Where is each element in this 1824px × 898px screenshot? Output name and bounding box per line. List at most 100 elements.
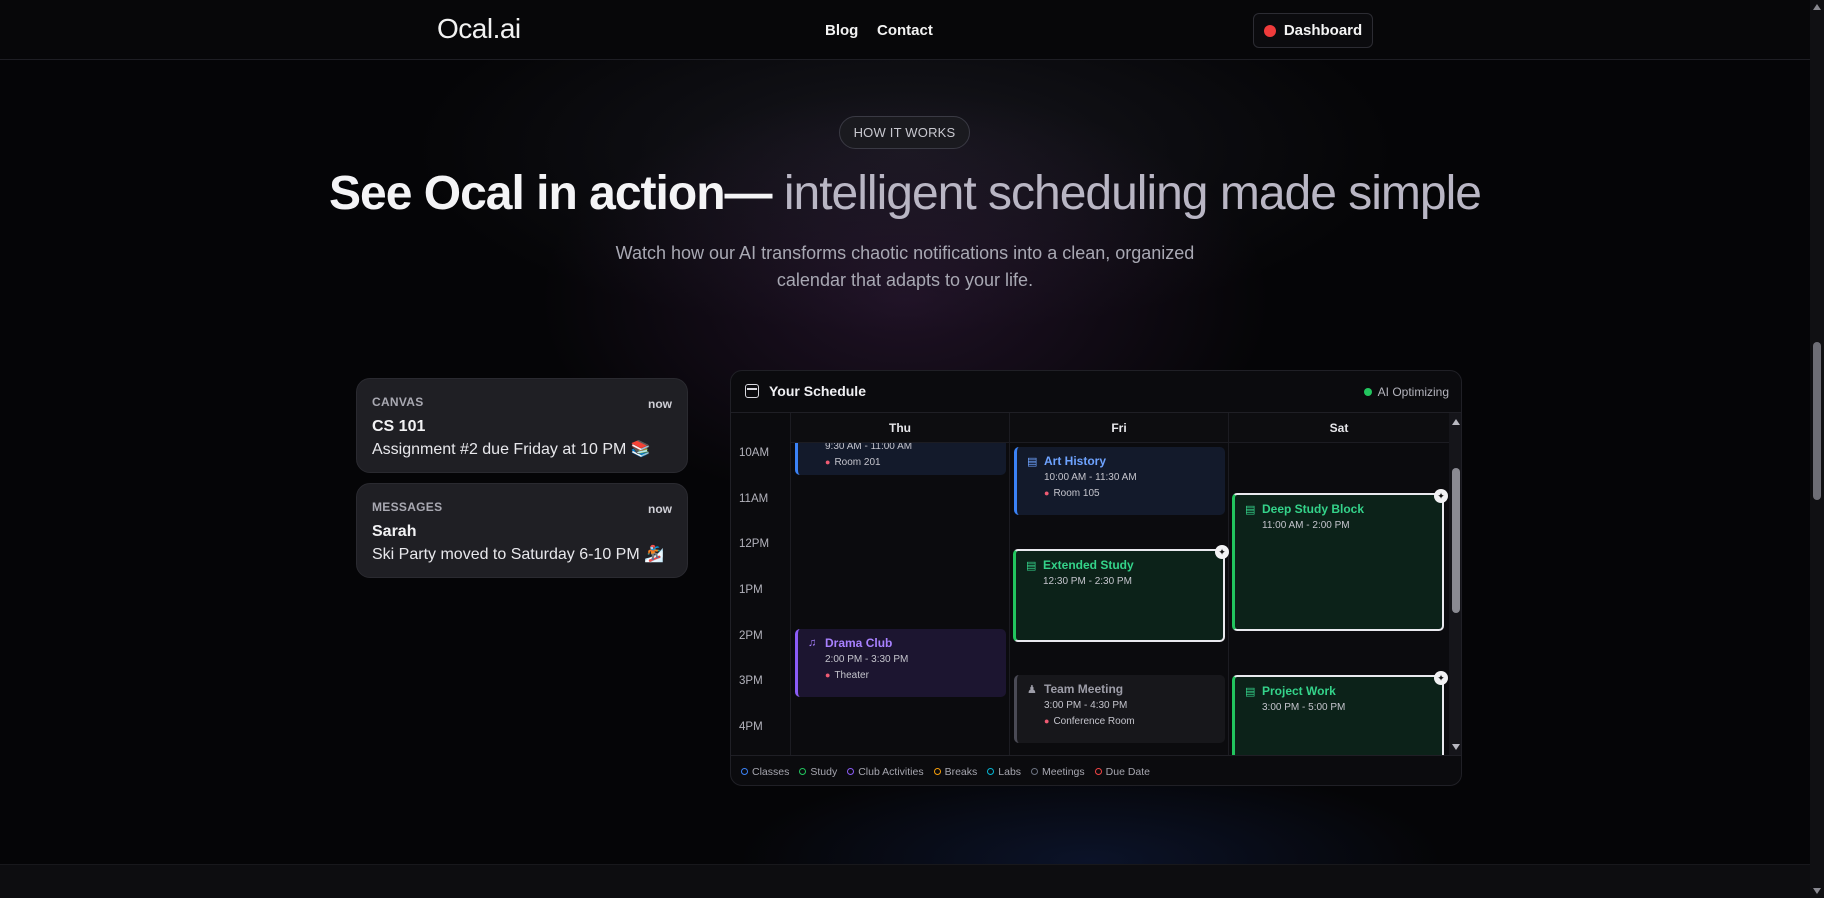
dashboard-button[interactable]: Dashboard (1253, 13, 1373, 48)
notification-body: Ski Party moved to Saturday 6-10 PM 🏂 (372, 546, 665, 563)
legend-item: Breaks (933, 766, 977, 778)
scroll-down-icon[interactable] (1813, 888, 1821, 894)
notification-app: CANVAS (372, 395, 424, 409)
legend-item: Due Date (1094, 766, 1150, 778)
status-dot-icon (1363, 388, 1372, 396)
time-label: 4PM (739, 721, 763, 733)
event-time: 3:00 PM - 4:30 PM (1044, 700, 1128, 711)
pin-icon: ● (825, 457, 831, 467)
ai-status-label: AI Optimizing (1377, 385, 1449, 399)
headline-primary: See Ocal in action— (329, 167, 784, 220)
event-time: 11:00 AM - 2:00 PM (1262, 520, 1350, 531)
event-location: ● Conference Room (1044, 716, 1135, 727)
notification-time: now (648, 397, 672, 411)
subtitle-line-2: calendar that adapts to your life. (776, 270, 1034, 290)
dashboard-button-label: Dashboard (1283, 22, 1363, 39)
scroll-thumb[interactable] (1452, 468, 1460, 613)
ai-status: AI Optimizing (1363, 385, 1449, 399)
legend-dot-icon (933, 768, 941, 775)
book-icon: ▤ (1245, 686, 1256, 698)
pin-icon: ● (1044, 488, 1050, 498)
event-title: Extended Study (1043, 558, 1134, 572)
time-label: 11AM (739, 493, 769, 505)
event-location: ● Room 105 (1044, 488, 1100, 499)
subtitle: Watch how our AI transforms chaotic noti… (0, 240, 1810, 294)
time-label: 3PM (739, 675, 763, 687)
scroll-up-icon[interactable] (1813, 4, 1821, 10)
nav-link-blog[interactable]: Blog (825, 22, 858, 39)
time-label: 10AM (739, 447, 770, 459)
schedule-scrollbar[interactable] (1449, 413, 1461, 755)
day-column-thu: Thu 9:30 AM - 11:00 AM ● Room 201 ♫ Drama… (791, 413, 1010, 755)
scroll-thumb[interactable] (1813, 342, 1821, 500)
event-project-work[interactable]: ▤ Project Work 3:00 PM - 5:00 PM ✦ (1232, 671, 1448, 755)
scroll-down-icon[interactable] (1452, 744, 1460, 750)
nav-link-contact[interactable]: Contact (877, 22, 933, 39)
pin-icon: ● (1044, 716, 1050, 726)
event-time: 12:30 PM - 2:30 PM (1043, 576, 1132, 587)
page: Ocal.ai Blog Contact Dashboard HOW IT WO… (0, 0, 1810, 898)
event-location: ● Theater (825, 670, 869, 681)
browser-scrollbar[interactable] (1810, 0, 1824, 898)
pin-icon: ● (825, 670, 831, 680)
ai-sparkle-icon: ✦ (1215, 545, 1229, 559)
event-title: Project Work (1262, 684, 1336, 698)
notification-card[interactable]: CANVAS now CS 101 Assignment #2 due Frid… (356, 378, 688, 473)
book-icon: ▤ (1026, 560, 1037, 572)
notification-card[interactable]: MESSAGES now Sarah Ski Party moved to Sa… (356, 483, 688, 578)
event-time: 2:00 PM - 3:30 PM (825, 654, 909, 665)
ai-sparkle-icon: ✦ (1434, 671, 1448, 685)
time-label: 12PM (739, 538, 770, 550)
time-column: 10AM 11AM 12PM 1PM 2PM 3PM 4PM (731, 413, 791, 755)
notification-app: MESSAGES (372, 500, 443, 514)
schedule-header: Your Schedule AI Optimizing (731, 371, 1461, 413)
event-title: Deep Study Block (1262, 502, 1365, 516)
schedule-panel: Your Schedule AI Optimizing 10AM 11AM 12… (730, 370, 1462, 786)
event-art-history[interactable]: ▤ Art History 10:00 AM - 11:30 AM ● Room … (1014, 447, 1225, 515)
schedule-title: Your Schedule (769, 383, 866, 399)
event-title: Drama Club (825, 636, 893, 650)
top-nav: Ocal.ai Blog Contact Dashboard (0, 0, 1810, 60)
event-location: ● Room 201 (825, 457, 881, 468)
time-label: 1PM (739, 584, 763, 596)
book-icon: ▤ (1245, 504, 1256, 516)
users-icon: ♟ (1027, 684, 1037, 696)
legend-item: Meetings (1031, 766, 1085, 778)
day-header: Sat (1229, 413, 1449, 443)
event-time: 3:00 PM - 5:00 PM (1262, 702, 1346, 713)
legend: Classes Study Club Activities Breaks Lab… (731, 755, 1461, 785)
scroll-up-icon[interactable] (1452, 419, 1460, 425)
event-team-meeting[interactable]: ♟ Team Meeting 3:00 PM - 4:30 PM ● Confer… (1014, 675, 1225, 743)
notification-time: now (648, 502, 672, 516)
event-deep-study-block[interactable]: ▤ Deep Study Block 11:00 AM - 2:00 PM ✦ (1232, 489, 1448, 631)
day-column-sat: Sat ▤ Deep Study Block 11:00 AM - 2:00 P… (1229, 413, 1449, 755)
logo[interactable]: Ocal.ai (437, 13, 521, 45)
next-section-edge (0, 864, 1810, 898)
legend-item: Labs (987, 766, 1021, 778)
legend-dot-icon (741, 768, 748, 775)
book-icon: ▤ (1027, 456, 1038, 468)
headline: See Ocal in action— intelligent scheduli… (0, 166, 1810, 221)
day-header: Thu (791, 413, 1009, 443)
section-pill: HOW IT WORKS (839, 116, 970, 149)
time-label: 2PM (739, 630, 763, 642)
calendar-grid[interactable]: 10AM 11AM 12PM 1PM 2PM 3PM 4PM Thu 9:30 … (731, 413, 1449, 755)
event-time: 10:00 AM - 11:30 AM (1044, 472, 1137, 483)
subtitle-line-1: Watch how our AI transforms chaotic noti… (615, 243, 1195, 263)
legend-dot-icon (799, 768, 807, 775)
legend-dot-icon (987, 768, 995, 775)
legend-item: Classes (741, 766, 789, 778)
notification-title: CS 101 (372, 418, 426, 435)
event-title: Art History (1044, 454, 1107, 468)
event-title: Team Meeting (1044, 682, 1124, 696)
legend-item: Study (799, 766, 837, 778)
status-dot-icon (1263, 24, 1276, 37)
legend-dot-icon (1094, 768, 1102, 775)
legend-dot-icon (1031, 768, 1039, 775)
notification-body: Assignment #2 due Friday at 10 PM 📚 (372, 441, 651, 458)
calendar-icon (745, 384, 759, 398)
event-drama-club[interactable]: ♫ Drama Club 2:00 PM - 3:30 PM ● Theater (795, 629, 1006, 697)
event-extended-study[interactable]: ▤ Extended Study 12:30 PM - 2:30 PM ✦ (1013, 545, 1229, 642)
legend-dot-icon (847, 768, 855, 775)
notification-title: Sarah (372, 523, 417, 540)
